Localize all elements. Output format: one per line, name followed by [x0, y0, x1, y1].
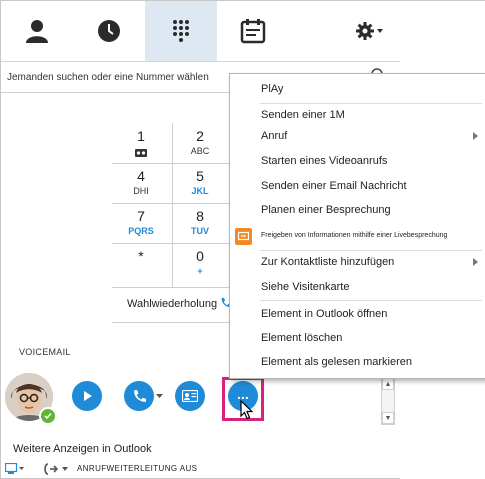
- top-nav: [1, 1, 400, 62]
- tab-meetings[interactable]: [217, 1, 289, 61]
- chevron-down-icon: [376, 29, 383, 33]
- key-8[interactable]: 8 TUV: [170, 208, 230, 237]
- presence-available-icon: [39, 407, 57, 425]
- menu-item-share-live-meeting[interactable]: Freigeben von Informationen mithilfe ein…: [261, 232, 447, 239]
- menu-item-mark-as-read[interactable]: Element als gelesen markieren: [261, 356, 412, 368]
- share-meeting-icon: [235, 228, 252, 245]
- call-forwarding-status[interactable]: ANRUFWEITERLEITUNG AUS: [77, 464, 197, 473]
- play-icon: [84, 391, 92, 401]
- menu-item-send-im[interactable]: Senden einer 1M: [261, 109, 345, 121]
- status-bar: [1, 459, 401, 479]
- device-icon[interactable]: [5, 463, 25, 475]
- menu-item-play[interactable]: PlAy: [261, 83, 283, 95]
- contact-card-icon: [182, 390, 198, 402]
- clock-icon: [98, 20, 120, 42]
- outlook-link[interactable]: Weitere Anzeigen in Outlook: [13, 443, 152, 455]
- dialpad-icon: [173, 20, 189, 42]
- menu-item-add-to-contacts[interactable]: Zur Kontaktliste hinzufügen: [261, 256, 394, 268]
- menu-item-view-contact-card[interactable]: Siehe Visitenkarte: [261, 281, 349, 293]
- key-1[interactable]: 1: [111, 128, 171, 162]
- tab-dialpad[interactable]: [145, 1, 217, 61]
- key-2[interactable]: 2 ABC: [170, 128, 230, 157]
- play-button[interactable]: [72, 381, 102, 411]
- call-forward-icon[interactable]: [43, 462, 69, 476]
- menu-item-send-email[interactable]: Senden einer Email Nachricht: [261, 180, 407, 192]
- skype-window: Jemanden suchen oder eine Nummer wählen …: [0, 0, 485, 479]
- key-4[interactable]: 4 DHI: [111, 168, 171, 197]
- mouse-cursor-icon: [240, 400, 254, 420]
- voicemail-icon: [135, 149, 147, 157]
- scroll-up-icon[interactable]: ▲: [382, 378, 394, 390]
- menu-item-delete[interactable]: Element löschen: [261, 332, 342, 344]
- menu-item-call[interactable]: Anruf: [261, 130, 287, 142]
- key-5[interactable]: 5 JKL: [170, 168, 230, 197]
- submenu-arrow-icon: [473, 258, 478, 266]
- scroll-down-icon[interactable]: ▼: [382, 412, 394, 424]
- redial-button[interactable]: Wahlwiederholung: [127, 297, 232, 310]
- calendar-icon: [240, 19, 266, 44]
- key-0[interactable]: 0 +: [170, 248, 230, 277]
- contact-card-button[interactable]: [175, 381, 205, 411]
- tab-contacts[interactable]: [1, 1, 73, 61]
- person-icon: [26, 20, 48, 43]
- gear-icon: [355, 22, 383, 40]
- redial-label: Wahlwiederholung: [127, 298, 218, 310]
- menu-item-start-video[interactable]: Starten eines Videoanrufs: [261, 155, 387, 167]
- key-7[interactable]: 7 PQRS: [111, 208, 171, 237]
- search-input[interactable]: Jemanden suchen oder eine Nummer wählen: [7, 72, 209, 83]
- menu-item-schedule-meeting[interactable]: Planen einer Besprechung: [261, 204, 391, 216]
- voicemail-label: VOICEMAIL: [19, 347, 71, 357]
- menu-separator: [260, 250, 482, 251]
- settings-button[interactable]: [341, 1, 400, 61]
- call-button[interactable]: [124, 381, 154, 411]
- tab-history[interactable]: [73, 1, 145, 61]
- menu-item-open-in-outlook[interactable]: Element in Outlook öffnen: [261, 308, 387, 320]
- menu-separator: [260, 103, 482, 104]
- key-star[interactable]: *: [111, 248, 171, 264]
- scrollbar[interactable]: ▲ ▼: [381, 377, 395, 425]
- menu-separator: [260, 300, 482, 301]
- chevron-down-icon[interactable]: [156, 394, 163, 399]
- submenu-arrow-icon: [473, 132, 478, 140]
- phone-icon: [134, 390, 146, 402]
- context-menu: PlAy Senden einer 1M Anruf Starten eines…: [229, 73, 485, 379]
